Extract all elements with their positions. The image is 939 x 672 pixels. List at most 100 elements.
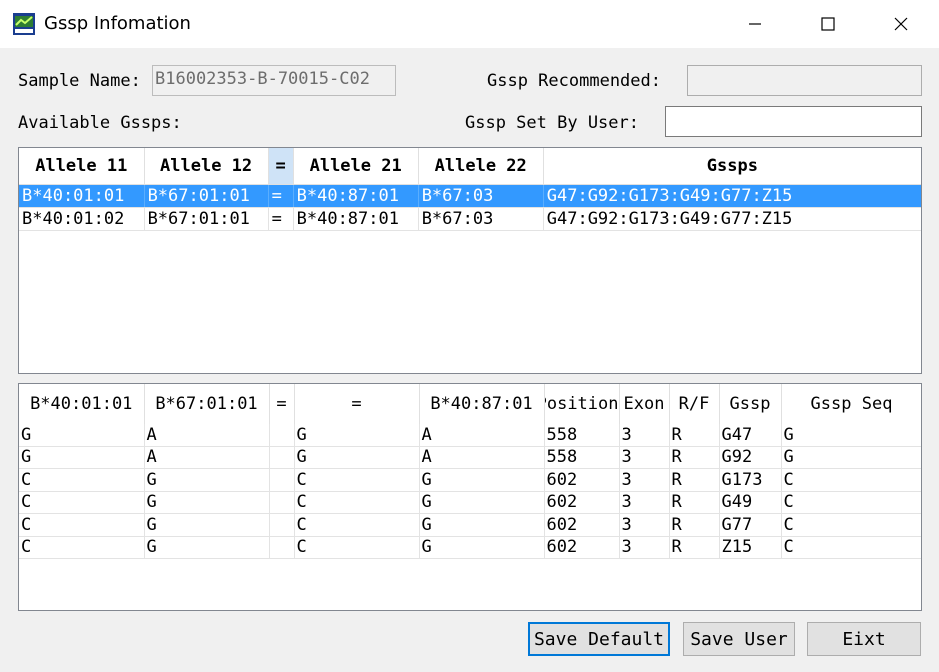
header-equals[interactable]: = <box>268 148 294 185</box>
cell-allele-12: B*67:01:01 <box>144 184 269 208</box>
header-allele-a[interactable]: B*40:01:01 <box>19 384 145 424</box>
cell: 558 <box>544 424 620 447</box>
sample-name-label: Sample Name: <box>18 71 141 91</box>
cell: G <box>419 491 545 514</box>
gssp-detail-table[interactable]: B*40:01:01 B*67:01:01 = = B*40:87:01 Pos… <box>18 383 922 611</box>
table-row[interactable]: B*40:01:01 B*67:01:01 = B*40:87:01 B*67:… <box>19 184 921 208</box>
cell: C <box>19 513 145 537</box>
cell: C <box>294 468 420 492</box>
cell-allele-12: B*67:01:01 <box>144 207 269 231</box>
table-row[interactable]: G A G A 558 3 R G92 G <box>19 446 921 469</box>
cell: R <box>669 468 720 492</box>
table-row[interactable]: C G C G 602 3 R G77 C <box>19 513 921 537</box>
save-default-button[interactable]: Save Default <box>528 622 670 656</box>
header-equals-2[interactable]: = <box>294 384 420 424</box>
gssp-recommended-label: Gssp Recommended: <box>487 71 661 91</box>
cell: G <box>19 424 145 447</box>
cell <box>269 424 295 447</box>
title-bar: Gssp Infomation <box>0 0 939 48</box>
cell: C <box>294 513 420 537</box>
cell: 3 <box>619 513 670 537</box>
cell: R <box>669 513 720 537</box>
header-allele-21[interactable]: Allele 21 <box>293 148 419 185</box>
cell: C <box>19 536 145 559</box>
cell: G <box>19 446 145 469</box>
cell: C <box>294 536 420 559</box>
cell: G92 <box>719 446 782 469</box>
header-rf[interactable]: R/F <box>669 384 720 424</box>
cell: C <box>19 491 145 514</box>
cell: G47 <box>719 424 782 447</box>
detail-header-row: B*40:01:01 B*67:01:01 = = B*40:87:01 Pos… <box>19 384 921 424</box>
header-exon[interactable]: Exon <box>619 384 670 424</box>
cell: G49 <box>719 491 782 514</box>
minimize-icon <box>749 23 761 25</box>
maximize-icon <box>821 17 835 31</box>
cell: A <box>419 424 545 447</box>
header-allele-b[interactable]: B*67:01:01 <box>144 384 270 424</box>
header-allele-22[interactable]: Allele 22 <box>418 148 544 185</box>
header-allele-c[interactable]: B*40:87:01 <box>419 384 545 424</box>
cell <box>269 468 295 492</box>
header-position[interactable]: Position <box>544 384 620 424</box>
cell: 602 <box>544 468 620 492</box>
cell: R <box>669 491 720 514</box>
cell: G <box>144 513 270 537</box>
table-row[interactable]: C G C G 602 3 R G49 C <box>19 491 921 514</box>
header-equals[interactable]: = <box>269 384 295 424</box>
cell: R <box>669 424 720 447</box>
cell: G <box>144 491 270 514</box>
cell-equals: = <box>268 207 294 231</box>
cell: G <box>419 513 545 537</box>
cell-allele-11: B*40:01:01 <box>19 184 145 208</box>
table-row[interactable]: C G C G 602 3 R G173 C <box>19 468 921 492</box>
cell: Z15 <box>719 536 782 559</box>
gssp-recommended-field[interactable] <box>687 65 922 96</box>
cell: 3 <box>619 536 670 559</box>
gssp-set-by-user-label: Gssp Set By User: <box>465 113 639 133</box>
header-allele-11[interactable]: Allele 11 <box>19 148 145 185</box>
table-row[interactable]: G A G A 558 3 R G47 G <box>19 424 921 447</box>
cell: A <box>419 446 545 469</box>
cell: 3 <box>619 491 670 514</box>
cell: C <box>781 468 921 492</box>
cell <box>269 491 295 514</box>
window-title: Gssp Infomation <box>44 13 191 34</box>
cell: 602 <box>544 536 620 559</box>
gssp-set-by-user-input[interactable] <box>665 106 922 137</box>
available-gssps-table[interactable]: Allele 11 Allele 12 = Allele 21 Allele 2… <box>18 147 922 374</box>
maximize-button[interactable] <box>805 0 851 48</box>
cell-gssps: G47:G92:G173:G49:G77:Z15 <box>543 184 921 208</box>
header-gssp[interactable]: Gssp <box>719 384 782 424</box>
cell: A <box>144 424 270 447</box>
table-row[interactable]: B*40:01:02 B*67:01:01 = B*40:87:01 B*67:… <box>19 207 921 231</box>
table-row[interactable]: C G C G 602 3 R Z15 C <box>19 536 921 559</box>
available-header-row: Allele 11 Allele 12 = Allele 21 Allele 2… <box>19 148 921 185</box>
cell: 558 <box>544 446 620 469</box>
cell <box>269 536 295 559</box>
sample-name-field[interactable]: B16002353-B-70015-C02 <box>152 65 396 96</box>
minimize-button[interactable] <box>732 0 778 48</box>
header-allele-12[interactable]: Allele 12 <box>144 148 269 185</box>
exit-button[interactable]: Eixt <box>807 622 921 656</box>
cell: C <box>781 513 921 537</box>
cell: R <box>669 446 720 469</box>
cell: G <box>144 536 270 559</box>
cell-gssps: G47:G92:G173:G49:G77:Z15 <box>543 207 921 231</box>
cell-equals: = <box>268 184 294 208</box>
cell: 3 <box>619 446 670 469</box>
cell: G <box>294 424 420 447</box>
cell: G <box>419 536 545 559</box>
app-icon <box>13 13 35 35</box>
header-gssps[interactable]: Gssps <box>543 148 921 185</box>
available-gssps-label: Available Gssps: <box>18 113 182 133</box>
save-user-button[interactable]: Save User <box>683 622 795 656</box>
cell: 3 <box>619 424 670 447</box>
cell: A <box>144 446 270 469</box>
cell-allele-21: B*40:87:01 <box>293 207 419 231</box>
close-button[interactable] <box>878 0 924 48</box>
cell: G <box>419 468 545 492</box>
close-icon <box>894 17 908 31</box>
cell-allele-22: B*67:03 <box>418 207 544 231</box>
header-gssp-seq[interactable]: Gssp Seq <box>781 384 921 424</box>
